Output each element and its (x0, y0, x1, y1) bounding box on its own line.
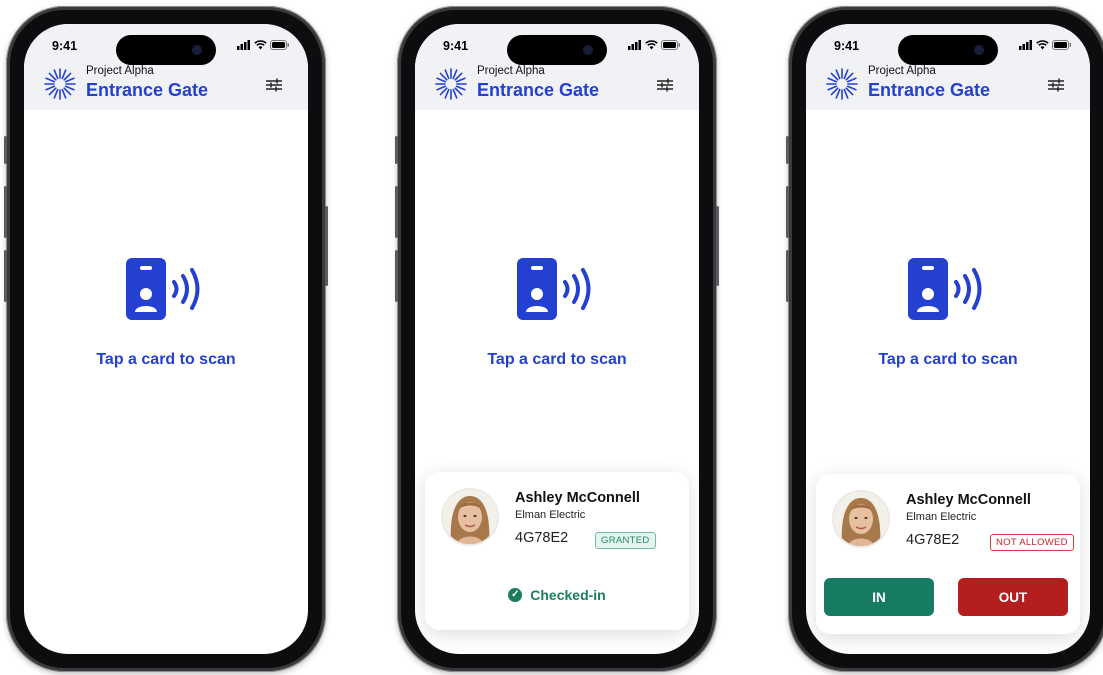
page-title: Entrance Gate (477, 80, 600, 100)
card-id: 4G78E2 (515, 530, 569, 546)
scan-result-card: Ashley McConnell Elman Electric 4G78E2 N… (816, 474, 1080, 634)
out-button[interactable]: OUT (958, 578, 1068, 616)
status-icons (237, 40, 290, 50)
sliders-icon[interactable] (657, 78, 673, 92)
wifi-icon (1036, 40, 1049, 50)
card-id: 4G78E2 (906, 532, 960, 548)
sunburst-logo-icon (826, 68, 858, 100)
power-button (716, 206, 719, 286)
sunburst-logo-icon (435, 68, 467, 100)
screen: 9:41 Project Alpha Entrance Gate Tap a c… (24, 24, 308, 654)
check-circle-icon: ✓ (508, 588, 523, 602)
company-name: Elman Electric (906, 511, 977, 523)
status-badge: GRANTED (595, 532, 656, 549)
company-name: Elman Electric (515, 509, 586, 521)
status-icons (628, 40, 681, 50)
volume-down-button (786, 250, 789, 302)
nfc-card-icon (126, 258, 200, 320)
battery-icon (661, 40, 680, 50)
volume-down-button (4, 250, 7, 302)
dynamic-island (116, 35, 216, 65)
signal-icon (1019, 40, 1032, 50)
project-name: Project Alpha (868, 65, 936, 77)
avatar (832, 490, 890, 548)
status-icons (1019, 40, 1072, 50)
signal-icon (628, 40, 641, 50)
battery-icon (270, 40, 289, 50)
scan-prompt: Tap a card to scan (487, 351, 627, 368)
sunburst-logo-icon (44, 68, 76, 100)
sliders-icon[interactable] (266, 78, 282, 92)
project-name: Project Alpha (86, 65, 154, 77)
scan-prompt: Tap a card to scan (878, 351, 1018, 368)
phone-not-allowed: 9:41 Project Alpha Entrance Gate Tap a c… (786, 6, 1103, 672)
phone-idle: 9:41 Project Alpha Entrance Gate Tap a c… (4, 6, 328, 672)
app-header: 9:41 Project Alpha Entrance Gate (24, 24, 308, 110)
volume-down-button (395, 250, 398, 302)
dynamic-island (507, 35, 607, 65)
checked-in-status: ✓ Checked-in (425, 587, 689, 603)
battery-icon (1052, 40, 1071, 50)
power-button (325, 206, 328, 286)
app-header: 9:41 Project Alpha Entrance Gate (415, 24, 699, 110)
status-badge: NOT ALLOWED (990, 534, 1074, 551)
in-button[interactable]: IN (824, 578, 934, 616)
page-title: Entrance Gate (868, 80, 991, 100)
volume-up-button (395, 186, 398, 238)
sliders-icon[interactable] (1048, 78, 1064, 92)
status-time: 9:41 (443, 39, 469, 53)
screen: 9:41 Project Alpha Entrance Gate Tap a c… (415, 24, 699, 654)
status-time: 9:41 (834, 39, 860, 53)
person-name: Ashley McConnell (515, 490, 640, 506)
project-name: Project Alpha (477, 65, 545, 77)
status-time: 9:41 (52, 39, 78, 53)
camera-icon (583, 45, 593, 55)
wifi-icon (645, 40, 658, 50)
signal-icon (237, 40, 250, 50)
page-title: Entrance Gate (86, 80, 209, 100)
screen: 9:41 Project Alpha Entrance Gate Tap a c… (806, 24, 1090, 654)
scan-result-card: Ashley McConnell Elman Electric 4G78E2 G… (425, 472, 689, 630)
volume-up-button (4, 186, 7, 238)
mute-switch (395, 136, 398, 164)
wifi-icon (254, 40, 267, 50)
scan-prompt: Tap a card to scan (96, 351, 236, 368)
camera-icon (974, 45, 984, 55)
checked-in-label: Checked-in (530, 587, 606, 603)
volume-up-button (786, 186, 789, 238)
mute-switch (786, 136, 789, 164)
mute-switch (4, 136, 7, 164)
nfc-card-icon (517, 258, 591, 320)
phone-granted: 9:41 Project Alpha Entrance Gate Tap a c… (395, 6, 719, 672)
person-name: Ashley McConnell (906, 492, 1031, 508)
dynamic-island (898, 35, 998, 65)
app-header: 9:41 Project Alpha Entrance Gate (806, 24, 1090, 110)
camera-icon (192, 45, 202, 55)
nfc-card-icon (908, 258, 982, 320)
avatar (441, 488, 499, 546)
